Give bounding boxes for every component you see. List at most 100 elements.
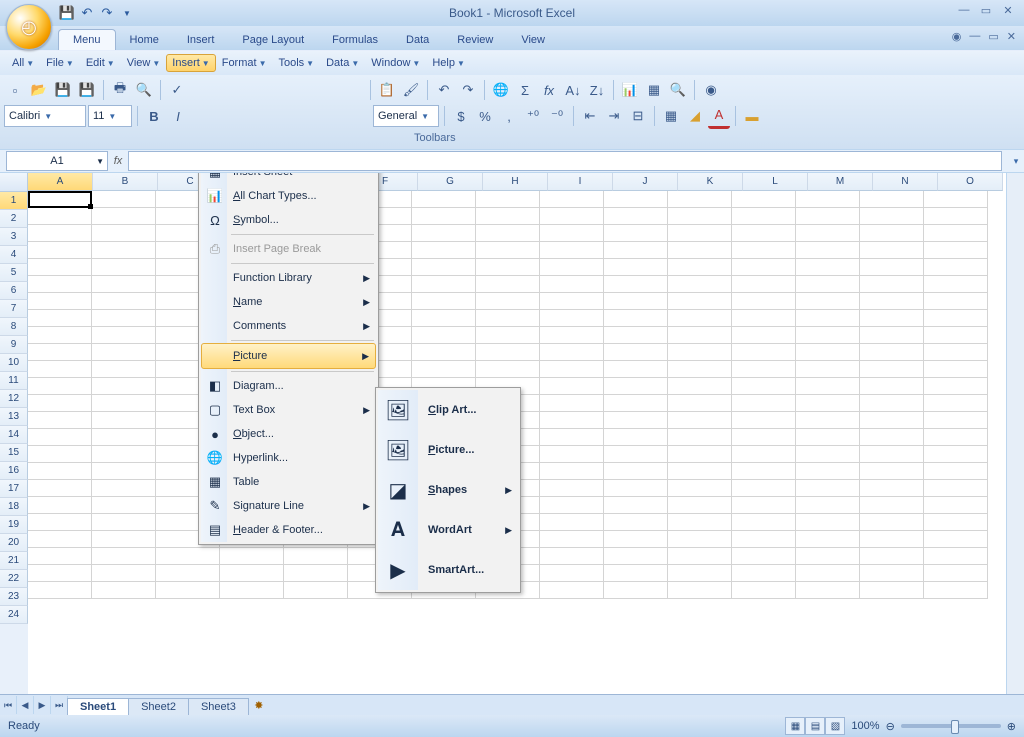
worksheet-grid[interactable]: 123456789101112131415161718192021222324 … — [0, 173, 1024, 694]
insert-item-name[interactable]: Name▶ — [201, 290, 376, 314]
cell[interactable] — [732, 497, 796, 514]
cell[interactable] — [156, 582, 220, 599]
row-header-14[interactable]: 14 — [0, 426, 28, 444]
cell[interactable] — [924, 310, 988, 327]
cell[interactable] — [796, 565, 860, 582]
cell[interactable] — [860, 242, 924, 259]
hyperlink-icon[interactable]: 🌐 — [490, 79, 512, 101]
cell[interactable] — [924, 480, 988, 497]
col-header-A[interactable]: A — [28, 173, 93, 191]
sheet-nav-next-icon[interactable]: ▶ — [34, 696, 51, 714]
cell[interactable] — [476, 225, 540, 242]
cell[interactable] — [668, 548, 732, 565]
saveas-icon[interactable]: 💾 — [76, 79, 98, 101]
ribbon-tab-review[interactable]: Review — [443, 30, 507, 50]
ribbon-tab-insert[interactable]: Insert — [173, 30, 229, 50]
cell[interactable] — [732, 378, 796, 395]
cell[interactable] — [604, 293, 668, 310]
cell[interactable] — [476, 276, 540, 293]
cell[interactable] — [412, 259, 476, 276]
cell[interactable] — [476, 208, 540, 225]
cell[interactable] — [412, 293, 476, 310]
cell[interactable] — [92, 412, 156, 429]
cell[interactable] — [28, 531, 92, 548]
cell[interactable] — [540, 361, 604, 378]
cell[interactable] — [28, 548, 92, 565]
cell[interactable] — [668, 293, 732, 310]
cell[interactable] — [28, 327, 92, 344]
save-icon[interactable]: 💾 — [52, 79, 74, 101]
undo2-icon[interactable]: ↶ — [433, 79, 455, 101]
cell[interactable] — [668, 429, 732, 446]
cell[interactable] — [540, 225, 604, 242]
zoom-slider[interactable] — [901, 724, 1001, 728]
row-header-4[interactable]: 4 — [0, 246, 28, 264]
cell[interactable] — [540, 242, 604, 259]
name-box[interactable]: A1▼ — [6, 151, 108, 171]
insert-item-symbol[interactable]: ΩSymbol... — [201, 208, 376, 232]
row-header-2[interactable]: 2 — [0, 210, 28, 228]
row-header-16[interactable]: 16 — [0, 462, 28, 480]
cell[interactable] — [540, 480, 604, 497]
cell[interactable] — [668, 565, 732, 582]
cell[interactable] — [732, 531, 796, 548]
sheet-nav-last-icon[interactable]: ⏭ — [51, 696, 68, 714]
cell[interactable] — [92, 208, 156, 225]
cell[interactable] — [476, 344, 540, 361]
cell[interactable] — [92, 531, 156, 548]
cell[interactable] — [860, 259, 924, 276]
cell[interactable] — [92, 327, 156, 344]
menu-edit[interactable]: Edit▼ — [80, 54, 121, 72]
cell[interactable] — [860, 208, 924, 225]
sheet-nav-first-icon[interactable]: ⏮ — [0, 696, 17, 714]
cell[interactable] — [732, 259, 796, 276]
cell[interactable] — [668, 344, 732, 361]
cell[interactable] — [668, 208, 732, 225]
cell[interactable] — [92, 565, 156, 582]
col-header-M[interactable]: M — [808, 173, 873, 191]
row-header-18[interactable]: 18 — [0, 498, 28, 516]
cell[interactable] — [796, 276, 860, 293]
cell[interactable] — [92, 259, 156, 276]
menu-window[interactable]: Window▼ — [365, 54, 426, 72]
menu-insert[interactable]: Insert▼ — [166, 54, 215, 72]
insert-item-function-library[interactable]: Function Library▶ — [201, 266, 376, 290]
cell[interactable] — [476, 259, 540, 276]
cell[interactable] — [540, 412, 604, 429]
insert-item-object[interactable]: ●Object... — [201, 422, 376, 446]
cell[interactable] — [540, 208, 604, 225]
cell[interactable] — [924, 378, 988, 395]
zoom-icon[interactable]: 🔍 — [667, 79, 689, 101]
cell[interactable] — [28, 497, 92, 514]
cell[interactable] — [92, 378, 156, 395]
cell[interactable] — [732, 242, 796, 259]
cell[interactable] — [28, 361, 92, 378]
cell[interactable] — [668, 412, 732, 429]
cell[interactable] — [92, 191, 156, 208]
cell[interactable] — [92, 497, 156, 514]
cell[interactable] — [732, 191, 796, 208]
cell[interactable] — [28, 446, 92, 463]
menu-all[interactable]: All▼ — [6, 54, 40, 72]
col-header-O[interactable]: O — [938, 173, 1003, 191]
cell[interactable] — [860, 412, 924, 429]
cell[interactable] — [540, 293, 604, 310]
col-header-I[interactable]: I — [548, 173, 613, 191]
cell[interactable] — [92, 225, 156, 242]
cell[interactable] — [604, 582, 668, 599]
cell[interactable] — [412, 344, 476, 361]
cell[interactable] — [860, 225, 924, 242]
cell[interactable] — [540, 191, 604, 208]
cell[interactable] — [732, 361, 796, 378]
dec-dec-icon[interactable]: ⁻⁰ — [546, 105, 568, 127]
row-header-17[interactable]: 17 — [0, 480, 28, 498]
cell[interactable] — [860, 378, 924, 395]
cell[interactable] — [540, 446, 604, 463]
cell[interactable] — [924, 429, 988, 446]
cell[interactable] — [604, 191, 668, 208]
row-header-22[interactable]: 22 — [0, 570, 28, 588]
cell[interactable] — [604, 446, 668, 463]
cell[interactable] — [28, 310, 92, 327]
row-header-1[interactable]: 1 — [0, 192, 28, 210]
insert-item-diagram[interactable]: ◧Diagram... — [201, 374, 376, 398]
